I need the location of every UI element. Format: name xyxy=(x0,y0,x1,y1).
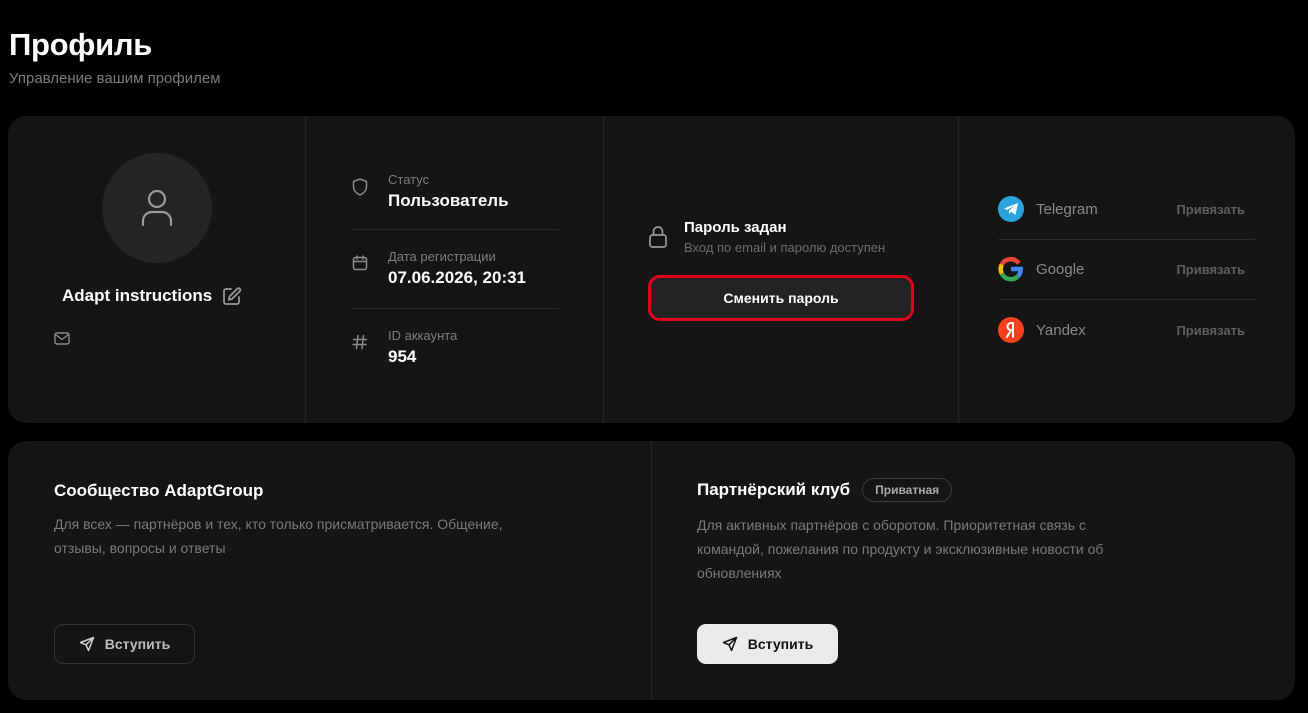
telegram-icon xyxy=(998,196,1024,222)
password-status: Пароль задан Вход по email и паролю дост… xyxy=(648,219,885,255)
mail-icon xyxy=(54,332,70,346)
change-password-button[interactable]: Сменить пароль xyxy=(648,275,914,321)
column-divider xyxy=(651,441,652,700)
column-divider xyxy=(603,116,604,423)
social-yandex: Yandex Привязать xyxy=(998,300,1255,360)
row-divider xyxy=(352,308,558,309)
calendar-icon xyxy=(352,255,368,271)
status-value: Пользователь xyxy=(388,191,509,210)
community-title: Сообщество AdaptGroup xyxy=(54,481,263,501)
yandex-icon xyxy=(998,317,1024,343)
column-divider xyxy=(305,116,306,423)
page-header: Профиль Управление вашим профилем xyxy=(9,26,221,87)
partner-club-description: Для активных партнёров с оборотом. Приор… xyxy=(697,517,1104,581)
community-card: Сообщество AdaptGroup Для всех — партнёр… xyxy=(8,441,1295,700)
account-id-row: ID аккаунта 954 xyxy=(352,328,558,367)
community-description: Для всех — партнёров и тех, кто только п… xyxy=(54,516,503,556)
bind-yandex-button[interactable]: Привязать xyxy=(1176,323,1245,338)
status-row: Статус Пользователь xyxy=(352,172,558,211)
bind-google-button[interactable]: Привязать xyxy=(1176,262,1245,277)
account-id-label: ID аккаунта xyxy=(388,328,458,343)
social-google: Google Привязать xyxy=(998,239,1255,299)
social-name: Google xyxy=(1036,260,1085,278)
password-title: Пароль задан xyxy=(684,219,787,236)
join-partner-club-button[interactable]: Вступить xyxy=(697,624,838,664)
partner-club-title-text: Партнёрский клуб xyxy=(697,480,851,499)
hash-icon xyxy=(352,334,368,350)
profile-card: Adapt instructions Статус Пользователь Д… xyxy=(8,116,1295,423)
column-divider xyxy=(958,116,959,423)
send-icon xyxy=(79,636,95,652)
row-divider xyxy=(352,229,558,230)
status-label: Статус xyxy=(388,172,430,187)
google-icon xyxy=(998,256,1024,282)
avatar xyxy=(102,153,212,263)
join-label: Вступить xyxy=(747,636,814,652)
account-id-value: 954 xyxy=(388,347,417,366)
edit-icon[interactable] xyxy=(222,286,242,306)
password-subtitle: Вход по email и паролю доступен xyxy=(684,240,886,255)
send-icon xyxy=(722,636,738,652)
social-name: Yandex xyxy=(1036,321,1086,339)
bind-telegram-button[interactable]: Привязать xyxy=(1176,202,1245,217)
page-subtitle: Управление вашим профилем xyxy=(9,70,221,87)
join-label: Вступить xyxy=(104,636,171,652)
social-telegram: Telegram Привязать xyxy=(998,179,1255,239)
community-title-text: Сообщество AdaptGroup xyxy=(54,481,264,500)
social-name: Telegram xyxy=(1036,200,1098,218)
lock-icon xyxy=(649,226,667,248)
registration-value: 07.06.2026, 20:31 xyxy=(388,268,527,287)
shield-icon xyxy=(352,178,368,196)
page-title: Профиль xyxy=(9,27,152,62)
user-name-row: Adapt instructions xyxy=(62,286,242,306)
registration-label: Дата регистрации xyxy=(388,249,496,264)
private-badge: Приватная xyxy=(862,478,953,502)
partner-club-title: Партнёрский клуб Приватная xyxy=(697,478,953,502)
user-icon xyxy=(141,189,173,227)
join-community-button[interactable]: Вступить xyxy=(54,624,195,664)
user-name: Adapt instructions xyxy=(62,286,213,305)
registration-row: Дата регистрации 07.06.2026, 20:31 xyxy=(352,249,558,288)
